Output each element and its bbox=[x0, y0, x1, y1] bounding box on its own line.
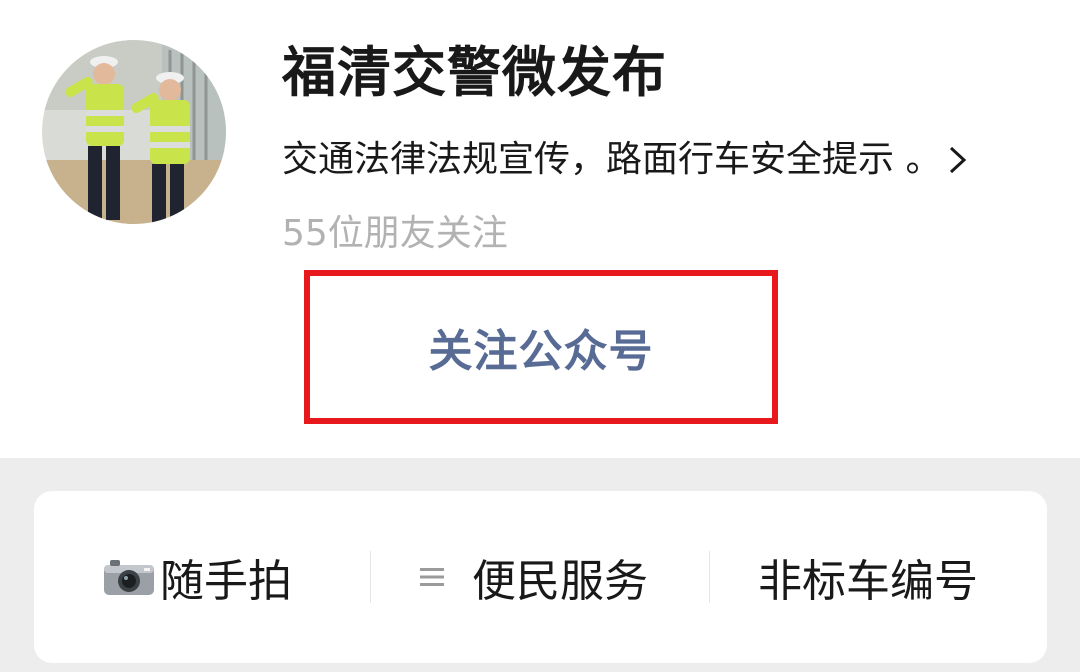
menu-item-non-standard-vehicle-number[interactable]: 非标车编号 bbox=[758, 491, 978, 663]
menu-item-snapshot[interactable]: 随手拍 bbox=[102, 491, 292, 663]
service-menu: 随手拍 便民服务 非标车编号 bbox=[34, 491, 1047, 663]
traffic-police-avatar-image bbox=[42, 40, 226, 224]
menu-item-convenience-services[interactable]: 便民服务 bbox=[418, 491, 648, 663]
follower-count: 55位朋友关注 bbox=[282, 213, 508, 254]
menu-item-label: 随手拍 bbox=[160, 556, 292, 607]
camera-icon bbox=[104, 560, 154, 595]
menu-divider bbox=[370, 551, 371, 603]
follow-account-button[interactable]: 关注公众号 bbox=[304, 270, 778, 424]
menu-item-label: 便民服务 bbox=[472, 556, 648, 607]
avatar[interactable] bbox=[42, 40, 226, 224]
menu-divider bbox=[709, 551, 710, 603]
menu-item-label: 非标车编号 bbox=[758, 556, 978, 607]
account-name: 福清交警微发布 bbox=[282, 41, 667, 104]
account-description[interactable]: 交通法律法规宣传，路面行车安全提示 。 bbox=[282, 134, 969, 186]
follow-button-label: 关注公众号 bbox=[428, 326, 654, 377]
chevron-right-icon bbox=[950, 146, 967, 174]
description-text: 交通法律法规宣传，路面行车安全提示 。 bbox=[282, 139, 942, 180]
list-icon bbox=[420, 568, 444, 586]
profile-card: 福清交警微发布 交通法律法规宣传，路面行车安全提示 。 55位朋友关注 关注公众… bbox=[0, 0, 1080, 458]
